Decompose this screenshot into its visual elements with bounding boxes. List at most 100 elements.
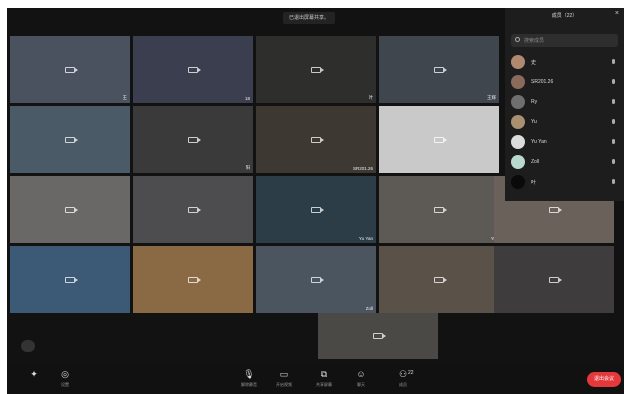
member-search-input[interactable]: 搜索成员 [511,34,618,47]
video-tile[interactable] [318,313,438,359]
member-name: 叶 [531,180,537,186]
avatar [511,55,525,69]
mic-muted-icon [612,79,615,84]
video-tile[interactable]: 阳 [133,106,253,173]
effects-icon: ✦ [30,369,38,379]
avatar [511,115,525,129]
avatar [511,75,525,89]
camera-off-icon [311,136,324,143]
toast-banner: 已退出屏幕共享。 [283,12,336,24]
chat-button[interactable]: ☺ 聊天 [349,368,373,388]
share-screen-button[interactable]: ⧉ 共享屏幕 [312,368,336,388]
share-screen-icon: ⧉ [320,369,328,379]
avatar [511,95,525,109]
member-row[interactable]: Yu [511,114,619,132]
video-tile[interactable] [379,246,499,313]
toolbar-label: 成员 [399,382,407,387]
tile-name-label: 18 [244,96,250,101]
camera-off-icon [373,333,386,339]
tile-name-label: 王 [122,95,128,100]
member-name: SR201.26 [531,79,554,85]
camera-off-icon [549,206,562,213]
video-tile[interactable] [10,246,130,313]
settings-button[interactable]: ◎ 设置 [53,368,77,388]
member-name: Ry [531,99,538,105]
tile-name-label: 阳 [245,165,251,170]
search-placeholder: 搜索成员 [524,38,545,44]
camera-off-icon [434,276,447,283]
video-tile[interactable]: 王辉 [379,36,499,103]
video-tile[interactable]: 叶 [256,36,376,103]
camera-off-icon [65,206,78,213]
members-panel: 成员（22） × 搜索成员 史 SR201.26 Ry Yu Yu Yan Zoll 叶 [505,8,624,201]
member-name: Yu Yan [531,139,547,145]
camera-off-icon [549,276,562,283]
video-tile[interactable] [10,176,130,243]
camera-off-icon [188,206,201,213]
avatar [511,135,525,149]
camera-off-icon [188,66,201,73]
settings-icon: ◎ [61,369,69,379]
camera-off-icon [65,136,78,143]
mic-muted-icon [612,119,615,124]
video-tile[interactable]: 18 [133,36,253,103]
search-icon [515,37,520,42]
camera-off-icon [188,136,201,143]
video-tile[interactable]: 王 [10,36,130,103]
participants-count: 22 [408,370,414,376]
member-name: 史 [531,60,537,66]
member-row[interactable]: SR201.26 [511,74,619,92]
mic-muted-icon [612,179,615,184]
video-tile[interactable] [379,106,499,173]
member-row[interactable]: Ry [511,94,619,112]
leave-meeting-button[interactable]: 退出会议 [587,372,621,387]
camera-off-icon [311,276,324,283]
tile-name-label: 叶 [368,95,374,100]
camera-off-icon [65,66,78,73]
camera-off-icon [188,276,201,283]
avatar [511,155,525,169]
toolbar-label: 聊天 [357,382,365,387]
mic-muted-icon [612,139,615,144]
chat-icon: ☺ [356,369,366,379]
member-name: Yu [531,119,537,125]
video-tile[interactable]: Zoll [256,246,376,313]
member-row[interactable]: Yu Yan [511,134,619,152]
video-tile[interactable] [10,106,130,173]
toolbar-label: 开启视频 [276,382,292,387]
mic-muted-icon [612,159,615,164]
unmute-button[interactable]: 🎙 解除静音 [237,368,261,388]
camera-off-icon [311,66,324,73]
floating-chat-icon[interactable] [21,340,35,352]
tile-name-label: Zoll [365,306,373,311]
camera-off-icon [311,206,324,213]
mic-muted-icon [612,59,615,64]
bottom-toolbar: ✦ ◎ 设置 🎙 解除静音 ▭ 开启视频 ⧉ 共享屏幕 ☺ 聊天 ⚇ 成员 22 [7,363,624,394]
camera-off-icon [434,66,447,73]
close-icon[interactable]: × [615,10,619,17]
video-tile[interactable] [133,176,253,243]
camera-off-icon [434,136,447,143]
camera-off-icon [434,206,447,213]
mic-muted-icon [612,99,615,104]
tile-name-label: SR201.26 [352,166,373,171]
panel-title: 成员（22） [551,13,578,19]
video-icon: ▭ [279,369,289,379]
toolbar-label: 解除静音 [241,382,257,387]
toolbar-label: 设置 [61,382,69,387]
video-tile[interactable]: Yu [379,176,499,243]
member-row[interactable]: 叶 [511,174,619,192]
tile-name-label: 王辉 [487,95,496,100]
video-tile[interactable] [133,246,253,313]
video-tile[interactable]: SR201.26 [256,106,376,173]
member-row[interactable]: 史 [511,54,619,72]
video-button[interactable]: ▭ 开启视频 [272,368,296,388]
toolbar-label: 共享屏幕 [316,382,332,387]
unmute-icon: 🎙 [243,369,255,379]
video-tile[interactable] [494,246,614,313]
effects-button[interactable]: ✦ [22,368,46,382]
member-row[interactable]: Zoll [511,154,619,172]
avatar [511,175,525,189]
video-tile[interactable]: Yu Yan [256,176,376,243]
member-name: Zoll [531,159,540,165]
